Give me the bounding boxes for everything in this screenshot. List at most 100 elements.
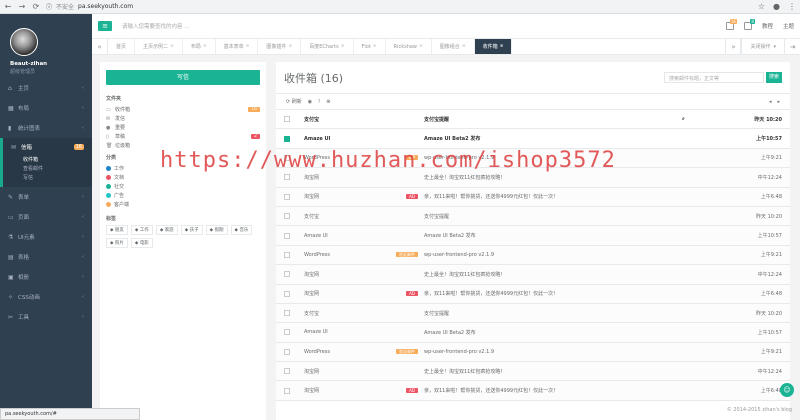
mail-row[interactable]: 支付宝 支付宝提醒 ⌕ 昨天 10:20: [276, 110, 790, 130]
submenu-item[interactable]: 查看邮件: [23, 165, 92, 174]
trash-icon[interactable]: ⊗: [326, 99, 330, 105]
logout-icon[interactable]: ⇥: [784, 39, 800, 54]
folder-item[interactable]: ✉ 发信: [106, 114, 260, 123]
tab[interactable]: 图像插件 ⊗: [258, 39, 302, 54]
tab[interactable]: 收件箱 ⊗: [474, 39, 513, 54]
theme-link[interactable]: 主题: [783, 22, 794, 30]
mail-sender[interactable]: WordPress: [304, 349, 384, 355]
mail-sender[interactable]: 支付宝: [304, 310, 384, 317]
mail-row[interactable]: Amaze UI Amaze UI Beta2 发布 上午10:57: [276, 129, 790, 149]
next-page-icon[interactable]: ▸: [777, 99, 780, 105]
refresh-button[interactable]: ⟳ 刷新: [286, 98, 302, 105]
mail-subject[interactable]: 史上最全！淘宝双11红包疯抢攻略！: [420, 174, 682, 181]
mail-row[interactable]: WordPress 验证邮件 wp-user-frontend-pro v2.1.9…: [276, 342, 790, 363]
mail-sender[interactable]: 淘宝网: [304, 174, 384, 181]
mail-row[interactable]: 淘宝网 AD 亲，双11来啦！帮你挑货，还送你4999元红包！仅此一次！ 上午6:48: [276, 284, 790, 304]
category-item[interactable]: 广告: [106, 191, 260, 200]
category-item[interactable]: 文档: [106, 173, 260, 182]
close-icon[interactable]: ⊗: [246, 44, 250, 49]
row-checkbox[interactable]: [284, 387, 290, 394]
row-checkbox[interactable]: [284, 193, 290, 200]
row-checkbox[interactable]: [284, 251, 290, 258]
mail-sender[interactable]: 支付宝: [304, 116, 384, 123]
mail-sender[interactable]: 淘宝网: [304, 290, 384, 297]
mail-row[interactable]: 淘宝网 AD 亲，双11来啦！帮你挑货，还送你4999元红包！仅此一次！ 上午6:48: [276, 187, 790, 207]
close-icon[interactable]: ⊗: [419, 44, 423, 49]
mail-row[interactable]: Amaze UI Amaze UI Beta2 发布 上午10:57: [276, 323, 790, 343]
close-icon[interactable]: ⊗: [288, 44, 292, 49]
row-checkbox[interactable]: [284, 329, 290, 336]
mail-subject[interactable]: 史上最全！淘宝双11红包疯抢攻略！: [420, 368, 682, 375]
submenu-item[interactable]: 写信: [23, 174, 92, 183]
tab[interactable]: 基本表单 ⊗: [216, 39, 259, 54]
close-icon[interactable]: ⊗: [170, 44, 174, 49]
back-icon[interactable]: ←: [4, 2, 12, 11]
mail-row[interactable]: 支付宝 支付宝提醒 昨天 10:20: [276, 303, 790, 324]
mail-subject[interactable]: Amaze UI Beta2 发布: [420, 329, 682, 336]
eye-icon[interactable]: ◉: [308, 99, 312, 105]
forward-icon[interactable]: →: [18, 2, 26, 11]
row-checkbox[interactable]: [284, 174, 290, 181]
exclamation-icon[interactable]: !: [318, 99, 320, 105]
sidebar-item[interactable]: ✧ CSS动画 ‹: [0, 287, 92, 307]
sidebar-item[interactable]: ✎ 表单 ‹: [0, 187, 92, 207]
tab[interactable]: 首页: [108, 39, 136, 54]
mail-sender[interactable]: Amaze UI: [304, 233, 384, 239]
mail-row[interactable]: 支付宝 支付宝提醒 昨天 10:20: [276, 206, 790, 227]
mail-sender[interactable]: 淘宝网: [304, 193, 384, 200]
close-icon[interactable]: ⊗: [373, 44, 377, 49]
tab[interactable]: 布局 ⊗: [183, 39, 216, 54]
avatar[interactable]: [10, 28, 38, 56]
tag-item[interactable]: ◆ 朋友: [106, 225, 128, 235]
mail-subject[interactable]: 亲，双11来啦！帮你挑货，还送你4999元红包！仅此一次！: [420, 387, 682, 394]
mail-subject[interactable]: 支付宝提醒: [420, 213, 682, 220]
tag-item[interactable]: ◆ 孩子: [180, 225, 203, 235]
message-icon[interactable]: 16: [725, 19, 737, 30]
tabs-right-icon[interactable]: »: [725, 39, 742, 54]
row-checkbox[interactable]: [284, 116, 290, 123]
folder-item[interactable]: ● 重要: [106, 123, 260, 132]
mail-subject[interactable]: Amaze UI Beta2 发布: [420, 135, 682, 142]
tag-item[interactable]: ◆ 音乐: [230, 225, 253, 235]
mail-row[interactable]: 淘宝网 AD 亲，双11来啦！帮你挑货，还送你4999元红包！仅此一次！ 上午6:48: [276, 381, 790, 401]
tab[interactable]: 主页示例二 ⊗: [135, 39, 183, 54]
tag-item[interactable]: ◆ 假期: [205, 225, 228, 235]
mail-row[interactable]: Amaze UI Amaze UI Beta2 发布 上午10:57: [276, 226, 790, 246]
mail-sender[interactable]: 支付宝: [304, 213, 384, 220]
sidebar-item[interactable]: ▤ 表格 ‹: [0, 247, 92, 267]
profile-name[interactable]: Beaut-zihan: [10, 61, 92, 67]
row-checkbox[interactable]: [284, 348, 290, 355]
reload-icon[interactable]: ⟳: [32, 2, 40, 11]
mail-subject[interactable]: wp-user-frontend-pro v2.1.9: [420, 252, 682, 258]
mail-search-button[interactable]: 搜索: [766, 72, 782, 83]
tag-item[interactable]: ◆ 照片: [106, 238, 128, 248]
row-checkbox[interactable]: [284, 135, 290, 142]
compose-button[interactable]: 写信: [106, 70, 260, 85]
menu-dots-icon[interactable]: ⋮: [788, 2, 796, 11]
row-checkbox[interactable]: [284, 310, 290, 317]
tag-item[interactable]: ◆ 家庭: [155, 225, 178, 235]
mail-row[interactable]: 淘宝网 史上最全！淘宝双11红包疯抢攻略！ 中午12:24: [276, 265, 790, 285]
tabs-left-icon[interactable]: «: [92, 39, 108, 54]
star-icon[interactable]: ☆: [758, 2, 765, 11]
folder-item[interactable]: ▭ 收件箱 16: [106, 105, 260, 114]
chat-fab-icon[interactable]: ☺: [780, 383, 794, 397]
row-checkbox[interactable]: [284, 290, 290, 297]
row-checkbox[interactable]: [284, 368, 290, 375]
tab-actions-dropdown[interactable]: 关闭操作 ▾: [741, 39, 784, 54]
tag-item[interactable]: ◆ 电影: [130, 238, 153, 248]
tab[interactable]: 图像组合 ⊗: [432, 39, 475, 54]
address-bar[interactable]: ⓘ 不安全 pa.seekyouth.com: [46, 2, 752, 11]
mail-subject[interactable]: 支付宝提醒: [420, 116, 682, 123]
mail-sender[interactable]: 淘宝网: [304, 387, 384, 394]
tab[interactable]: Rickshaw ⊗: [386, 39, 432, 54]
sidebar-item[interactable]: ✉ 信箱 16: [0, 138, 92, 156]
bell-icon[interactable]: 8: [743, 19, 755, 30]
mail-search-input[interactable]: 搜索邮件标题，正文等: [664, 72, 764, 83]
tag-item[interactable]: ◆ 工作: [130, 225, 153, 235]
account-icon[interactable]: ●: [773, 2, 780, 11]
close-icon[interactable]: ⊗: [203, 44, 207, 49]
mail-subject[interactable]: Amaze UI Beta2 发布: [420, 232, 682, 239]
close-icon[interactable]: ⊗: [341, 44, 345, 49]
submenu-item[interactable]: 收件箱: [23, 156, 92, 165]
